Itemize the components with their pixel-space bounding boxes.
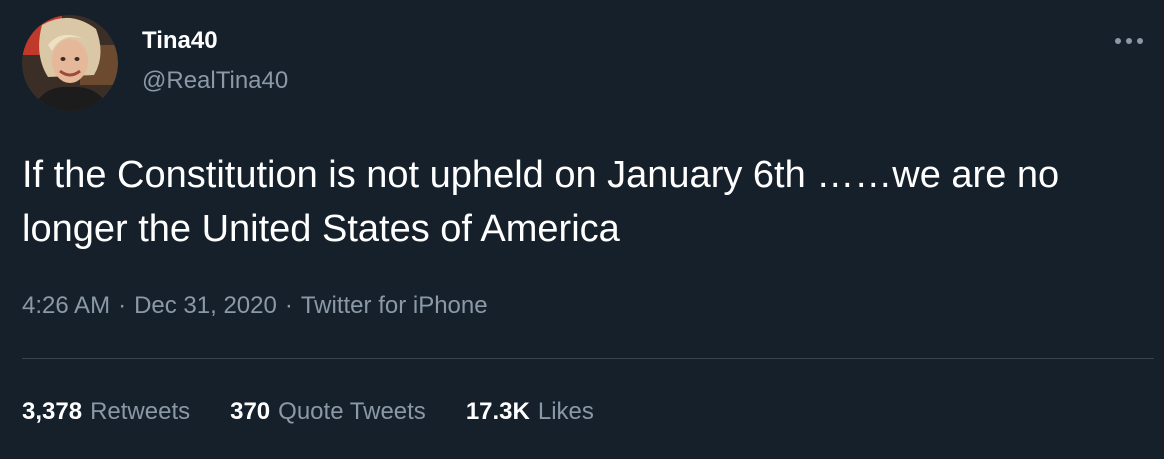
likes-label: Likes (537, 398, 594, 425)
quote-tweets-count: 370 (230, 398, 271, 425)
display-name[interactable]: Tina40 (142, 26, 218, 56)
retweets-stat[interactable]: 3,378 Retweets (22, 396, 190, 428)
tweet-metadata: 4:26 AM · Dec 31, 2020 · Twitter for iPhone (22, 290, 488, 322)
retweets-label: Retweets (90, 398, 191, 425)
tweet-source[interactable]: Twitter for iPhone (301, 292, 488, 319)
likes-stat[interactable]: 17.3K Likes (466, 396, 594, 428)
more-options-button[interactable] (1108, 26, 1150, 56)
likes-count: 17.3K (465, 398, 530, 425)
engagement-stats: 3,378 Retweets 370 Quote Tweets 17.3K Likes (22, 396, 594, 428)
avatar[interactable] (22, 15, 118, 111)
tweet-card: Tina40 @RealTina40 If the Constitution i… (0, 0, 1164, 459)
tweet-text: If the Constitution is not upheld on Jan… (22, 154, 1060, 250)
meta-separator: · (118, 292, 127, 319)
quote-tweets-stat[interactable]: 370 Quote Tweets (230, 396, 426, 428)
quote-tweets-label: Quote Tweets (278, 398, 426, 425)
more-horizontal-icon (1115, 38, 1143, 44)
tweet-date[interactable]: Dec 31, 2020 (134, 292, 277, 319)
avatar-image (22, 15, 118, 111)
retweets-count: 3,378 (22, 398, 83, 425)
handle[interactable]: @RealTina40 (142, 66, 288, 96)
tweet-time[interactable]: 4:26 AM (22, 292, 110, 319)
divider (22, 358, 1154, 359)
meta-separator: · (284, 292, 293, 319)
